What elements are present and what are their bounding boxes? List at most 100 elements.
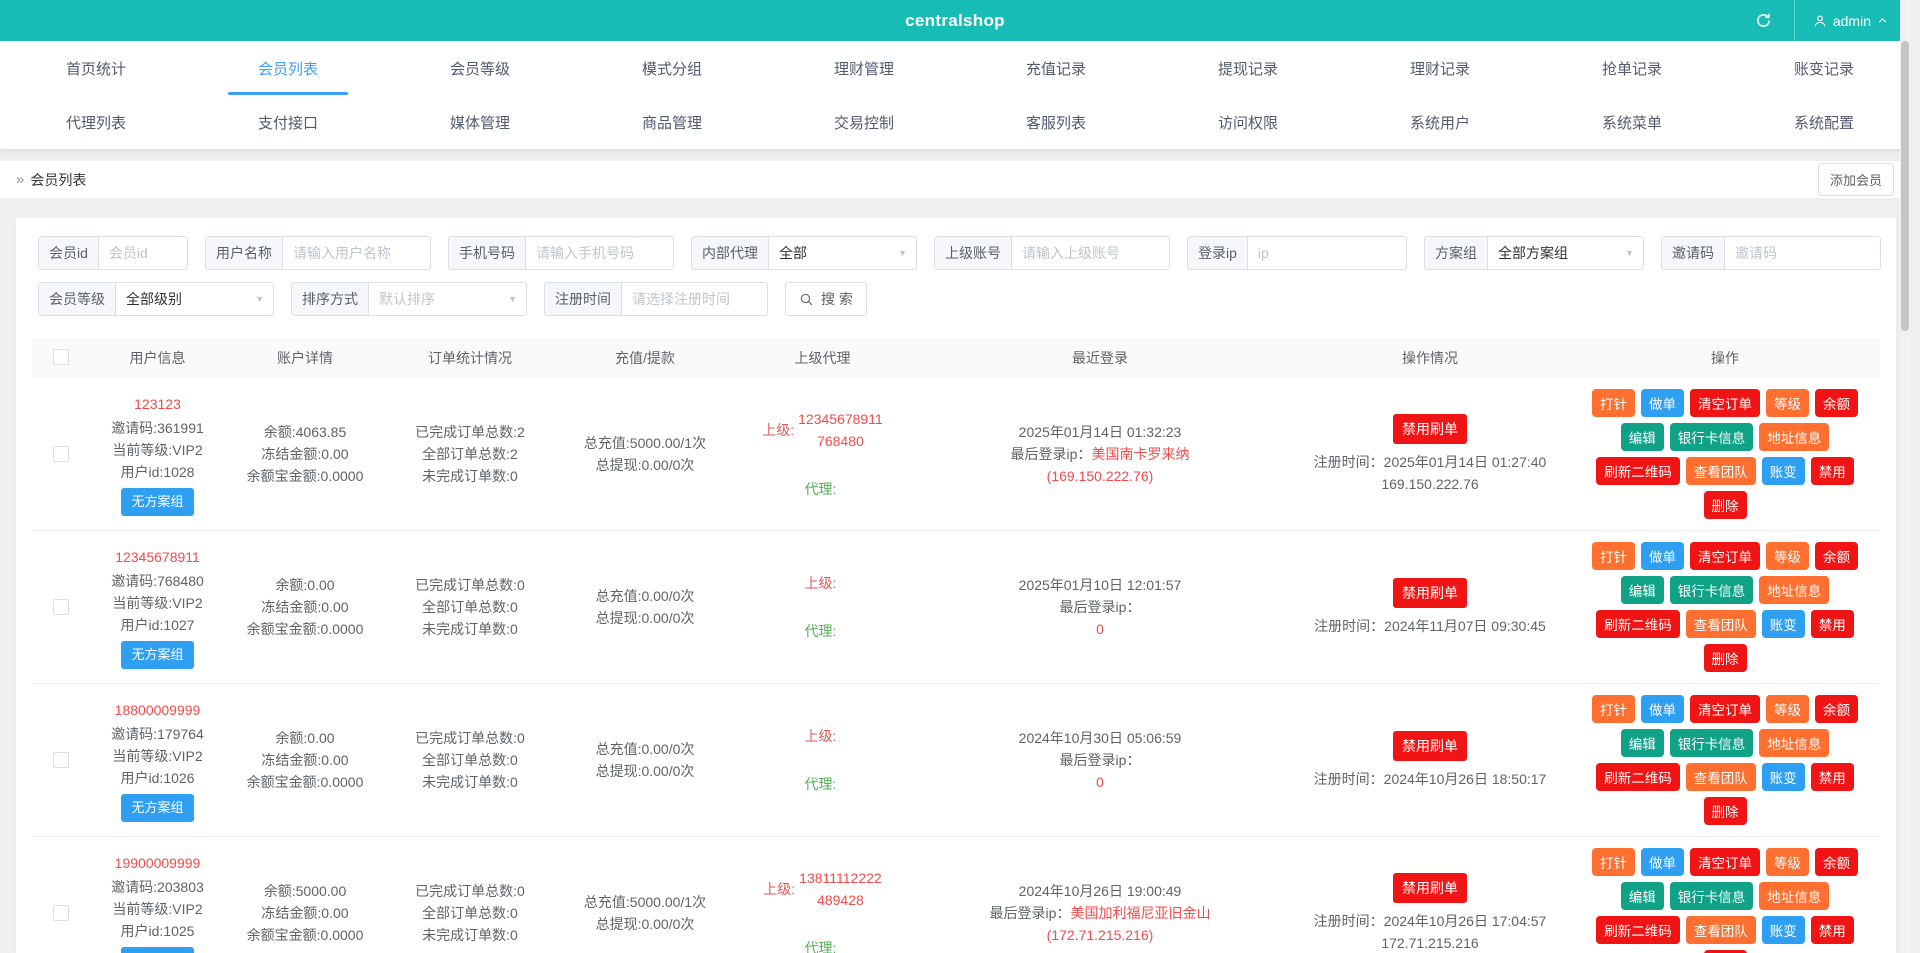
action-clear-orders-button[interactable]: 清空订单 (1690, 848, 1760, 876)
nav-tab-home-stats[interactable]: 首页统计 (0, 41, 192, 95)
username-link[interactable]: 12345678911 (115, 546, 200, 568)
nav-tab-system-menu[interactable]: 系统菜单 (1536, 95, 1728, 149)
filter-plan-group[interactable]: 方案组 全部方案组 ▼ (1424, 236, 1644, 270)
action-delete-button[interactable]: 删除 (1703, 644, 1747, 672)
scrollbar[interactable] (1900, 0, 1910, 953)
disable-brush-badge[interactable]: 禁用刷单 (1393, 872, 1467, 903)
filter-internal-agent[interactable]: 内部代理 全部 ▼ (691, 236, 917, 270)
disable-brush-badge[interactable]: 禁用刷单 (1393, 577, 1467, 608)
action-make-order-button[interactable]: 做单 (1641, 695, 1684, 723)
action-balance-button[interactable]: 余额 (1815, 542, 1858, 570)
action-account-change-button[interactable]: 账变 (1761, 763, 1805, 791)
action-delete-button[interactable]: 删除 (1703, 797, 1747, 825)
action-level-button[interactable]: 等级 (1766, 542, 1809, 570)
row-checkbox[interactable] (53, 599, 69, 615)
action-address-info-button[interactable]: 地址信息 (1759, 882, 1830, 910)
nav-tab-support-list[interactable]: 客服列表 (960, 95, 1152, 149)
action-balance-button[interactable]: 余额 (1815, 848, 1858, 876)
action-level-button[interactable]: 等级 (1766, 695, 1809, 723)
action-clear-orders-button[interactable]: 清空订单 (1690, 542, 1760, 570)
action-account-change-button[interactable]: 账变 (1761, 610, 1805, 638)
search-button[interactable]: 搜 索 (785, 282, 867, 316)
filter-input[interactable] (526, 237, 673, 269)
disable-brush-badge[interactable]: 禁用刷单 (1393, 730, 1467, 761)
action-refresh-qrcode-button[interactable]: 刷新二维码 (1596, 610, 1680, 638)
username-link[interactable]: 18800009999 (115, 699, 201, 721)
nav-tab-member-level[interactable]: 会员等级 (384, 41, 576, 95)
filter-input[interactable] (283, 237, 430, 269)
select-all-checkbox[interactable] (53, 348, 69, 365)
action-view-team-button[interactable]: 查看团队 (1685, 916, 1756, 944)
action-disable-button[interactable]: 禁用 (1810, 763, 1854, 791)
filter-sort-order[interactable]: 排序方式 默认排序 ▼ (291, 282, 527, 316)
action-address-info-button[interactable]: 地址信息 (1759, 576, 1830, 604)
action-disable-button[interactable]: 禁用 (1810, 916, 1854, 944)
disable-brush-badge[interactable]: 禁用刷单 (1393, 413, 1467, 444)
action-inject-button[interactable]: 打针 (1592, 695, 1635, 723)
action-refresh-qrcode-button[interactable]: 刷新二维码 (1596, 457, 1680, 485)
action-make-order-button[interactable]: 做单 (1641, 542, 1684, 570)
filter-input[interactable] (98, 237, 187, 269)
action-view-team-button[interactable]: 查看团队 (1685, 610, 1756, 638)
nav-tab-trade-control[interactable]: 交易控制 (768, 95, 960, 149)
action-balance-button[interactable]: 余额 (1815, 695, 1858, 723)
action-level-button[interactable]: 等级 (1766, 389, 1809, 417)
action-clear-orders-button[interactable]: 清空订单 (1690, 695, 1760, 723)
add-member-button[interactable]: 添加会员 (1817, 163, 1894, 196)
nav-tab-payment-api[interactable]: 支付接口 (192, 95, 384, 149)
action-refresh-qrcode-button[interactable]: 刷新二维码 (1596, 916, 1680, 944)
action-account-change-button[interactable]: 账变 (1761, 457, 1805, 485)
action-account-change-button[interactable]: 账变 (1761, 916, 1805, 944)
action-balance-button[interactable]: 余额 (1815, 389, 1858, 417)
action-inject-button[interactable]: 打针 (1592, 848, 1635, 876)
action-make-order-button[interactable]: 做单 (1641, 389, 1684, 417)
action-disable-button[interactable]: 禁用 (1810, 610, 1854, 638)
action-bank-card-button[interactable]: 银行卡信息 (1669, 576, 1754, 604)
nav-tab-grab-order-records[interactable]: 抢单记录 (1536, 41, 1728, 95)
action-address-info-button[interactable]: 地址信息 (1759, 423, 1830, 451)
row-checkbox[interactable] (53, 752, 69, 768)
filter-input[interactable] (622, 283, 767, 315)
username-link[interactable]: 123123 (134, 393, 181, 415)
action-edit-button[interactable]: 编辑 (1620, 882, 1664, 910)
nav-tab-member-list[interactable]: 会员列表 (192, 41, 384, 95)
filter-member-level[interactable]: 会员等级 全部级别 ▼ (38, 282, 274, 316)
nav-tab-product-manage[interactable]: 商品管理 (576, 95, 768, 149)
filter-input[interactable] (1012, 237, 1169, 269)
username-link[interactable]: 19900009999 (115, 852, 201, 874)
nav-tab-mode-group[interactable]: 模式分组 (576, 41, 768, 95)
filter-input[interactable] (1247, 237, 1406, 269)
nav-tab-system-config[interactable]: 系统配置 (1728, 95, 1910, 149)
action-bank-card-button[interactable]: 银行卡信息 (1669, 729, 1754, 757)
action-edit-button[interactable]: 编辑 (1620, 423, 1664, 451)
action-edit-button[interactable]: 编辑 (1620, 729, 1664, 757)
action-inject-button[interactable]: 打针 (1592, 389, 1635, 417)
action-edit-button[interactable]: 编辑 (1620, 576, 1664, 604)
row-checkbox[interactable] (53, 446, 69, 462)
user-menu[interactable]: admin (1795, 0, 1910, 41)
nav-tab-finance-manage[interactable]: 理财管理 (768, 41, 960, 95)
filter-input[interactable] (1725, 237, 1880, 269)
action-view-team-button[interactable]: 查看团队 (1685, 457, 1756, 485)
action-level-button[interactable]: 等级 (1766, 848, 1809, 876)
action-bank-card-button[interactable]: 银行卡信息 (1669, 882, 1754, 910)
nav-tab-withdraw-records[interactable]: 提现记录 (1152, 41, 1344, 95)
action-disable-button[interactable]: 禁用 (1810, 457, 1854, 485)
nav-tab-access-control[interactable]: 访问权限 (1152, 95, 1344, 149)
nav-tab-agent-list[interactable]: 代理列表 (0, 95, 192, 149)
action-bank-card-button[interactable]: 银行卡信息 (1669, 423, 1754, 451)
action-address-info-button[interactable]: 地址信息 (1759, 729, 1830, 757)
refresh-button[interactable] (1734, 0, 1794, 41)
scrollbar-thumb[interactable] (1901, 41, 1909, 331)
action-refresh-qrcode-button[interactable]: 刷新二维码 (1596, 763, 1680, 791)
action-clear-orders-button[interactable]: 清空订单 (1690, 389, 1760, 417)
action-view-team-button[interactable]: 查看团队 (1685, 763, 1756, 791)
action-inject-button[interactable]: 打针 (1592, 542, 1635, 570)
nav-tab-recharge-records[interactable]: 充值记录 (960, 41, 1152, 95)
nav-tab-system-users[interactable]: 系统用户 (1344, 95, 1536, 149)
nav-tab-account-change-records[interactable]: 账变记录 (1728, 41, 1910, 95)
action-delete-button[interactable]: 删除 (1703, 491, 1747, 519)
nav-tab-finance-records[interactable]: 理财记录 (1344, 41, 1536, 95)
nav-tab-media-manage[interactable]: 媒体管理 (384, 95, 576, 149)
row-checkbox[interactable] (53, 905, 69, 921)
